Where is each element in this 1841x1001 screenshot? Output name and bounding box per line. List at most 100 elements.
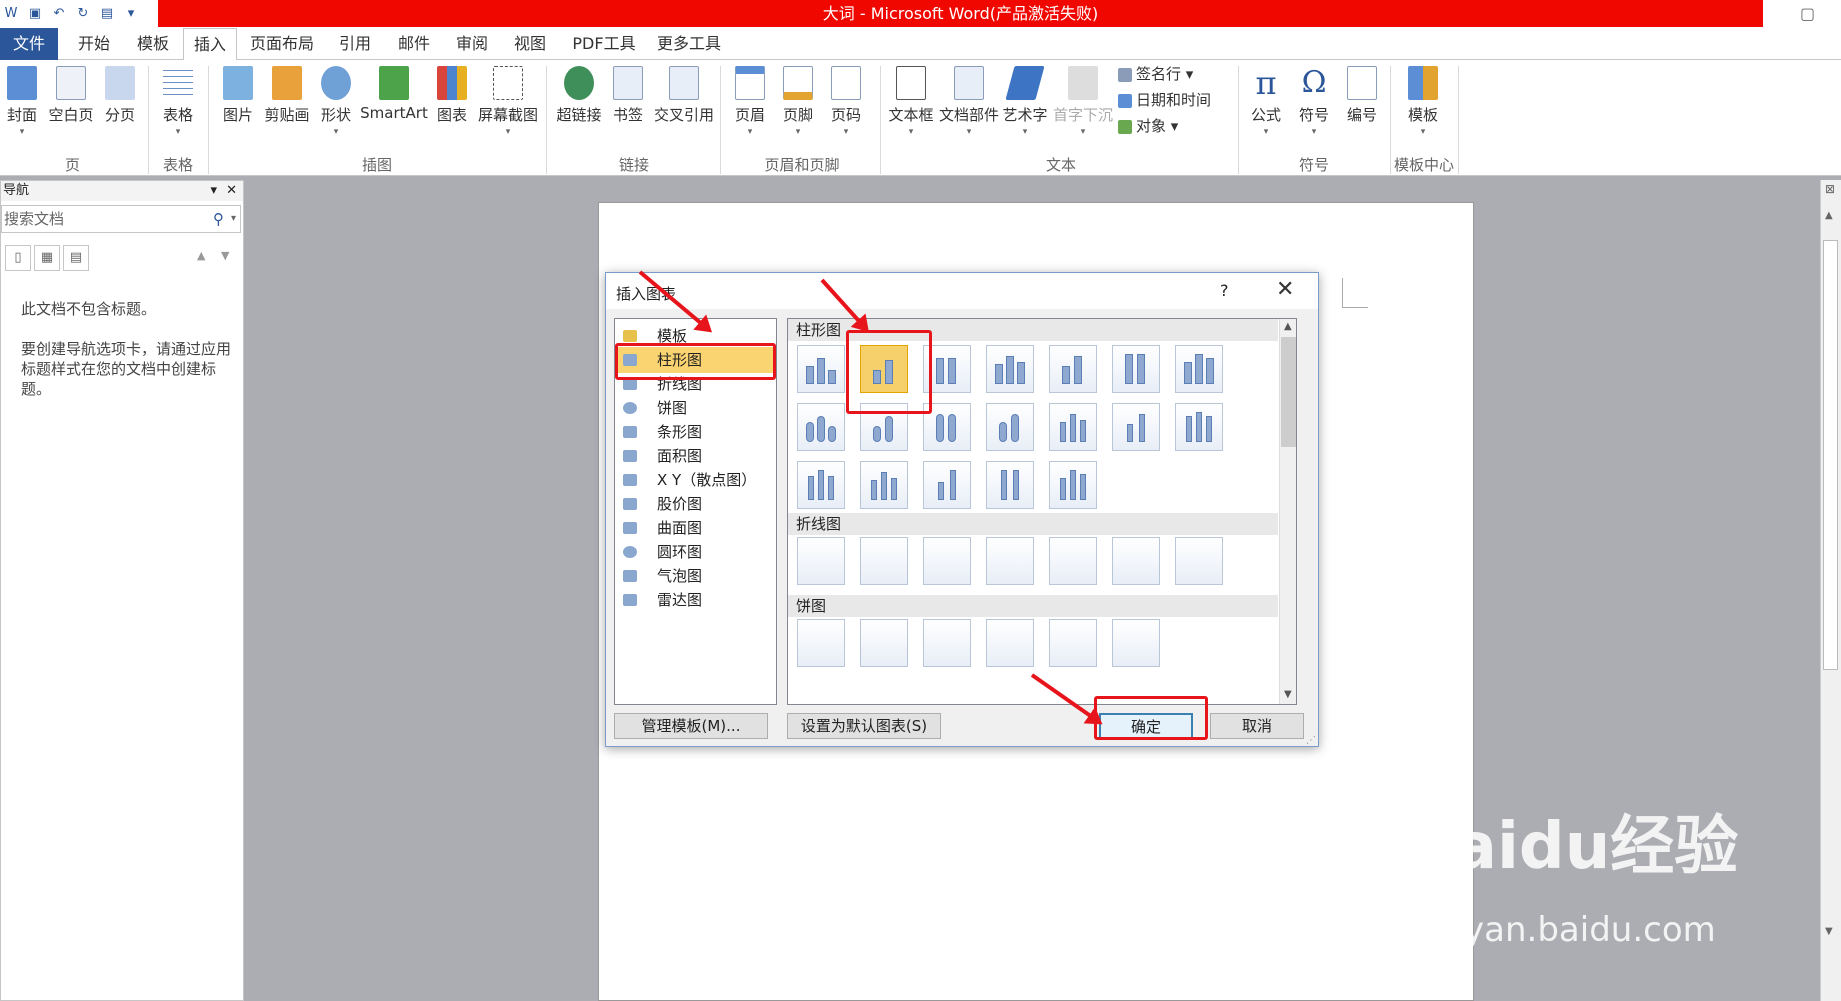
tab-review[interactable]: 审阅	[446, 28, 498, 60]
nav-dropdown-icon[interactable]: ▾	[210, 181, 217, 201]
category-bubble[interactable]: 气泡图	[617, 563, 774, 589]
chart-thumb-column-4[interactable]	[986, 345, 1034, 393]
set-default-chart-button[interactable]: 设置为默认图表(S)	[787, 713, 941, 739]
chart-thumb-pie-2[interactable]	[860, 619, 908, 667]
chart-thumb-line-1[interactable]	[797, 537, 845, 585]
chart-thumb-line-5[interactable]	[1049, 537, 1097, 585]
category-scatter[interactable]: X Y（散点图）	[617, 467, 774, 493]
hyperlink-button[interactable]: 超链接	[554, 64, 604, 125]
chart-button[interactable]: 图表	[432, 64, 472, 125]
tab-pdf-tools[interactable]: PDF工具	[564, 28, 644, 60]
customize-qat-icon[interactable]: ▾	[122, 5, 140, 23]
equation-button[interactable]: π 公式 ▾	[1246, 64, 1286, 137]
chart-thumb-pie-5[interactable]	[1049, 619, 1097, 667]
search-options-icon[interactable]: ▾	[231, 206, 236, 232]
drop-cap-button[interactable]: 首字下沉 ▾	[1052, 64, 1114, 137]
chart-thumb-cylinder-4[interactable]	[986, 403, 1034, 451]
footer-button[interactable]: 页脚 ▾	[778, 64, 818, 137]
chart-thumb-pie-4[interactable]	[986, 619, 1034, 667]
table-button[interactable]: 表格 ▾	[158, 64, 198, 137]
tab-file[interactable]: 文件	[0, 28, 58, 60]
tab-template[interactable]: 模板	[127, 28, 179, 60]
category-bar[interactable]: 条形图	[617, 419, 774, 445]
page-break-button[interactable]: 分页	[100, 64, 140, 125]
tab-home[interactable]: 开始	[68, 28, 120, 60]
cover-button[interactable]: 封面 ▾	[2, 64, 42, 137]
nav-next-icon[interactable]: ▼	[221, 249, 229, 262]
category-area[interactable]: 面积图	[617, 443, 774, 469]
search-icon[interactable]: ⚲	[213, 206, 224, 232]
chart-thumb-pie-1[interactable]	[797, 619, 845, 667]
clipart-button[interactable]: 剪贴画	[262, 64, 312, 125]
chart-thumb-line-7[interactable]	[1175, 537, 1223, 585]
textbox-button[interactable]: 文本框 ▾	[888, 64, 934, 137]
chart-thumb-line-3[interactable]	[923, 537, 971, 585]
object-button[interactable]: 对象 ▾	[1118, 114, 1178, 138]
tab-insert[interactable]: 插入	[183, 28, 237, 61]
header-button[interactable]: 页眉 ▾	[730, 64, 770, 137]
shapes-button[interactable]: 形状 ▾	[316, 64, 356, 137]
tab-page-layout[interactable]: 页面布局	[246, 28, 318, 60]
screenshot-button[interactable]: 屏幕截图 ▾	[476, 64, 540, 137]
chart-thumb-cone-3[interactable]	[1175, 403, 1223, 451]
chart-thumb-column-7[interactable]	[1175, 345, 1223, 393]
tab-more-tools[interactable]: 更多工具	[652, 28, 726, 60]
gallery-scroll-thumb[interactable]	[1281, 337, 1296, 447]
chart-thumb-line-6[interactable]	[1112, 537, 1160, 585]
date-time-button[interactable]: 日期和时间	[1118, 88, 1211, 112]
nav-tab-results[interactable]: ▤	[63, 245, 89, 271]
cancel-button[interactable]: 取消	[1210, 713, 1304, 739]
category-pie[interactable]: 饼图	[617, 395, 774, 421]
chart-thumb-line-2[interactable]	[860, 537, 908, 585]
category-surface[interactable]: 曲面图	[617, 515, 774, 541]
chart-thumb-line-4[interactable]	[986, 537, 1034, 585]
nav-tab-pages[interactable]: ▦	[34, 245, 60, 271]
chart-thumb-pyramid-4[interactable]	[1049, 461, 1097, 509]
chart-thumb-pyramid-2[interactable]	[923, 461, 971, 509]
chart-thumb-pie-3[interactable]	[923, 619, 971, 667]
bookmark-button[interactable]: 书签	[608, 64, 648, 125]
close-icon[interactable]: ✕	[1276, 277, 1294, 302]
ruler-toggle-icon[interactable]: ⊠	[1825, 182, 1835, 196]
chart-thumb-cone-2[interactable]	[1112, 403, 1160, 451]
resize-grip-icon[interactable]: ⋰	[1306, 735, 1316, 746]
restore-window-icon[interactable]: ▢	[1800, 4, 1815, 23]
nav-prev-icon[interactable]: ▲	[197, 249, 205, 262]
chart-thumb-pie-6[interactable]	[1112, 619, 1160, 667]
tab-references[interactable]: 引用	[330, 28, 380, 60]
chart-thumb-pyramid-1[interactable]	[860, 461, 908, 509]
category-stock[interactable]: 股价图	[617, 491, 774, 517]
redo-icon[interactable]: ↻	[74, 5, 92, 23]
picture-button[interactable]: 图片	[218, 64, 258, 125]
blank-page-button[interactable]: 空白页	[46, 64, 96, 125]
chart-thumb-column-6[interactable]	[1112, 345, 1160, 393]
scroll-up-icon[interactable]: ▲	[1825, 210, 1833, 221]
category-radar[interactable]: 雷达图	[617, 587, 774, 613]
help-icon[interactable]: ?	[1220, 281, 1229, 300]
save-icon[interactable]: ▣	[26, 5, 44, 23]
chart-thumb-cylinder-1[interactable]	[797, 403, 845, 451]
chart-thumb-pyramid-3[interactable]	[986, 461, 1034, 509]
vertical-scroll-thumb[interactable]	[1823, 240, 1838, 670]
chart-thumb-column-5[interactable]	[1049, 345, 1097, 393]
page-number-button[interactable]: 页码 ▾	[826, 64, 866, 137]
chart-thumb-cone-4[interactable]	[797, 461, 845, 509]
nav-tab-headings[interactable]: ▯	[5, 245, 31, 271]
scroll-down-icon[interactable]: ▼	[1825, 926, 1833, 937]
new-doc-icon[interactable]: ▤	[98, 5, 116, 23]
chart-thumb-column-1[interactable]	[797, 345, 845, 393]
numbering-button[interactable]: 编号	[1342, 64, 1382, 125]
nav-search-input[interactable]: 搜索文档 ⚲ ▾	[1, 205, 241, 233]
quick-parts-button[interactable]: 文档部件 ▾	[938, 64, 1000, 137]
cross-reference-button[interactable]: 交叉引用	[652, 64, 716, 125]
chart-thumb-cone-1[interactable]	[1049, 403, 1097, 451]
undo-icon[interactable]: ↶	[50, 5, 68, 23]
template-button[interactable]: 模板 ▾	[1402, 64, 1444, 137]
nav-close-icon[interactable]: ✕	[226, 181, 237, 201]
gallery-scroll-up-icon[interactable]: ▲	[1284, 321, 1292, 332]
tab-mailings[interactable]: 邮件	[388, 28, 440, 60]
tab-view[interactable]: 视图	[504, 28, 556, 60]
gallery-scroll-down-icon[interactable]: ▼	[1284, 689, 1292, 700]
smartart-button[interactable]: SmartArt	[360, 64, 428, 122]
signature-line-button[interactable]: 签名行 ▾	[1118, 62, 1193, 86]
